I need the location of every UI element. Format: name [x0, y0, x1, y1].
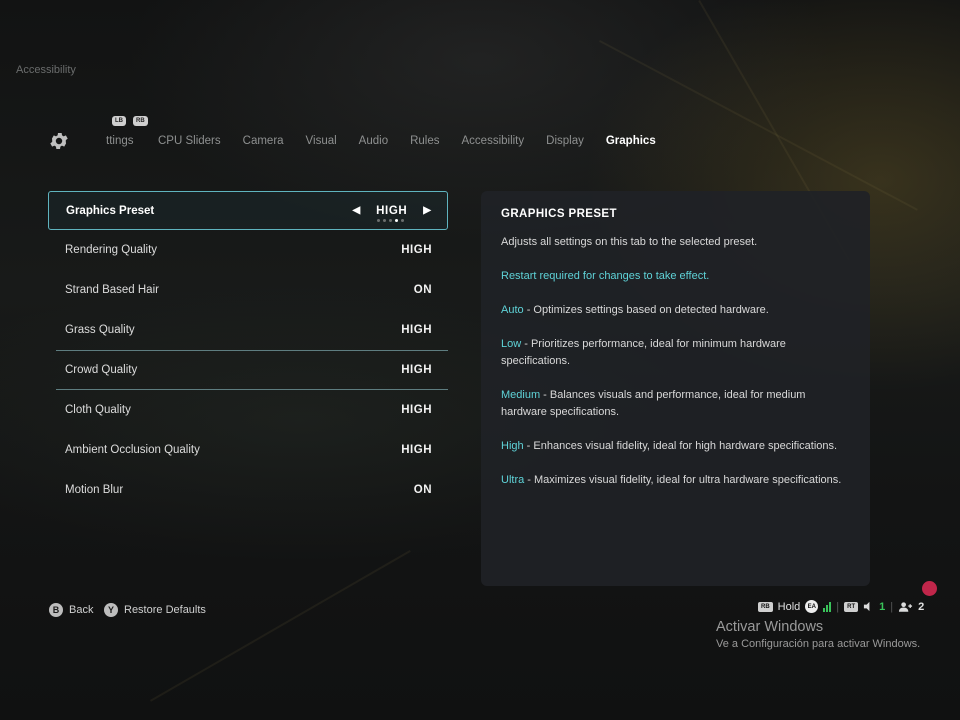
setting-label: Crowd Quality	[65, 364, 138, 376]
background-streak	[599, 40, 918, 211]
restore-defaults-label: Restore Defaults	[124, 604, 206, 616]
status-bar: RB Hold EA | RT 1 | 2	[758, 600, 924, 613]
y-button-icon: Y	[104, 603, 118, 617]
tab-accessibility[interactable]: Accessibility	[462, 135, 525, 147]
setting-graphics-preset[interactable]: Graphics Preset ◀ HIGH ▶	[48, 191, 448, 230]
players-count: 2	[918, 600, 925, 613]
description-panel: GRAPHICS PRESET Adjusts all settings on …	[481, 191, 870, 586]
restore-defaults-button[interactable]: Y Restore Defaults	[104, 603, 206, 617]
speaker-icon	[864, 601, 870, 612]
preset-value-text: HIGH	[376, 204, 408, 217]
preset-desc-ultra: Ultra - Maximizes visual fidelity, ideal…	[501, 472, 850, 489]
tab-visual[interactable]: Visual	[306, 135, 337, 147]
ea-logo-icon: EA	[805, 600, 819, 613]
windows-activation-subtitle: Ve a Configuración para activar Windows.	[716, 638, 921, 650]
setting-value: HIGH	[401, 364, 432, 376]
tab-audio[interactable]: Audio	[359, 135, 388, 147]
preset-name: Medium	[501, 389, 541, 401]
connected-count: 1	[879, 600, 886, 613]
setting-crowd-quality[interactable]: Crowd Quality HIGH	[48, 350, 448, 390]
tab-display[interactable]: Display	[546, 135, 584, 147]
panel-description: Adjusts all settings on this tab to the …	[501, 236, 758, 248]
setting-cloth-quality[interactable]: Cloth Quality HIGH	[48, 390, 448, 430]
preset-picker[interactable]: ◀ HIGH ▶	[352, 204, 431, 222]
setting-label: Rendering Quality	[65, 244, 158, 256]
status-divider: |	[890, 600, 894, 613]
background-streak	[150, 550, 411, 702]
preset-desc-medium: Medium - Balances visuals and performanc…	[501, 387, 850, 421]
lb-bumper-badge[interactable]: LB	[112, 116, 126, 126]
setting-rendering-quality[interactable]: Rendering Quality HIGH	[48, 230, 448, 270]
settings-list: Graphics Preset ◀ HIGH ▶ Rendering Quali…	[48, 191, 448, 510]
preset-text: - Enhances visual fidelity, ideal for hi…	[523, 440, 838, 452]
setting-value: HIGH	[401, 404, 432, 416]
rb-bumper-badge[interactable]: RB	[133, 116, 148, 126]
breadcrumb: Accessibility	[16, 64, 76, 76]
preset-text: - Optimizes settings based on detected h…	[523, 304, 769, 316]
tab-settings[interactable]: ttings	[106, 135, 138, 147]
setting-label: Graphics Preset	[66, 204, 155, 217]
setting-label: Motion Blur	[65, 484, 124, 496]
windows-activation-title: Activar Windows	[716, 619, 824, 635]
setting-label: Ambient Occlusion Quality	[65, 444, 200, 456]
setting-grass-quality[interactable]: Grass Quality HIGH	[48, 310, 448, 350]
setting-motion-blur[interactable]: Motion Blur ON	[48, 470, 448, 510]
preset-dot	[401, 218, 405, 222]
status-divider: |	[836, 600, 840, 613]
preset-text: - Prioritizes performance, ideal for min…	[501, 338, 786, 367]
preset-name: Ultra	[501, 474, 525, 486]
preset-value: HIGH	[376, 204, 408, 222]
setting-label: Grass Quality	[65, 324, 135, 336]
tab-graphics[interactable]: Graphics	[606, 135, 656, 147]
preset-text: - Maximizes visual fidelity, ideal for u…	[524, 474, 842, 486]
back-label: Back	[69, 604, 94, 616]
setting-label: Cloth Quality	[65, 404, 131, 416]
panel-title: GRAPHICS PRESET	[501, 208, 617, 220]
preset-dot	[389, 218, 393, 222]
setting-ambient-occlusion-quality[interactable]: Ambient Occlusion Quality HIGH	[48, 430, 448, 470]
notification-dot	[922, 581, 937, 596]
signal-bars-icon	[823, 601, 832, 612]
preset-name: Auto	[501, 304, 524, 316]
players-icon	[899, 601, 913, 612]
restart-note: Restart required for changes to take eff…	[501, 270, 710, 282]
arrow-left-icon[interactable]: ◀	[352, 205, 360, 216]
rt-badge: RT	[844, 601, 859, 612]
tab-rules[interactable]: Rules	[410, 135, 439, 147]
tab-camera[interactable]: Camera	[243, 135, 284, 147]
setting-label: Strand Based Hair	[65, 284, 159, 296]
preset-dots	[377, 218, 405, 222]
arrow-right-icon[interactable]: ▶	[423, 205, 431, 216]
setting-value: ON	[413, 284, 432, 296]
preset-dot	[383, 218, 387, 222]
setting-value: HIGH	[401, 244, 432, 256]
preset-text: - Balances visuals and performance, idea…	[501, 389, 806, 418]
tab-bar: ttings CPU Sliders Camera Visual Audio R…	[106, 135, 678, 147]
back-button[interactable]: B Back	[49, 603, 93, 617]
hold-label: Hold	[777, 600, 801, 613]
setting-value: HIGH	[401, 324, 432, 336]
preset-name: High	[501, 440, 524, 452]
preset-desc-auto: Auto - Optimizes settings based on detec…	[501, 302, 850, 319]
preset-dot	[377, 218, 381, 222]
preset-desc-high: High - Enhances visual fidelity, ideal f…	[501, 438, 850, 455]
setting-strand-based-hair[interactable]: Strand Based Hair ON	[48, 270, 448, 310]
preset-dot	[395, 218, 399, 222]
setting-value: HIGH	[401, 444, 432, 456]
preset-name: Low	[501, 338, 522, 350]
b-button-icon: B	[49, 603, 63, 617]
tab-cpu-sliders[interactable]: CPU Sliders	[158, 135, 221, 147]
preset-desc-low: Low - Prioritizes performance, ideal for…	[501, 336, 850, 370]
rb-badge: RB	[758, 601, 773, 612]
gear-icon[interactable]	[48, 130, 70, 152]
setting-value: ON	[413, 484, 432, 496]
